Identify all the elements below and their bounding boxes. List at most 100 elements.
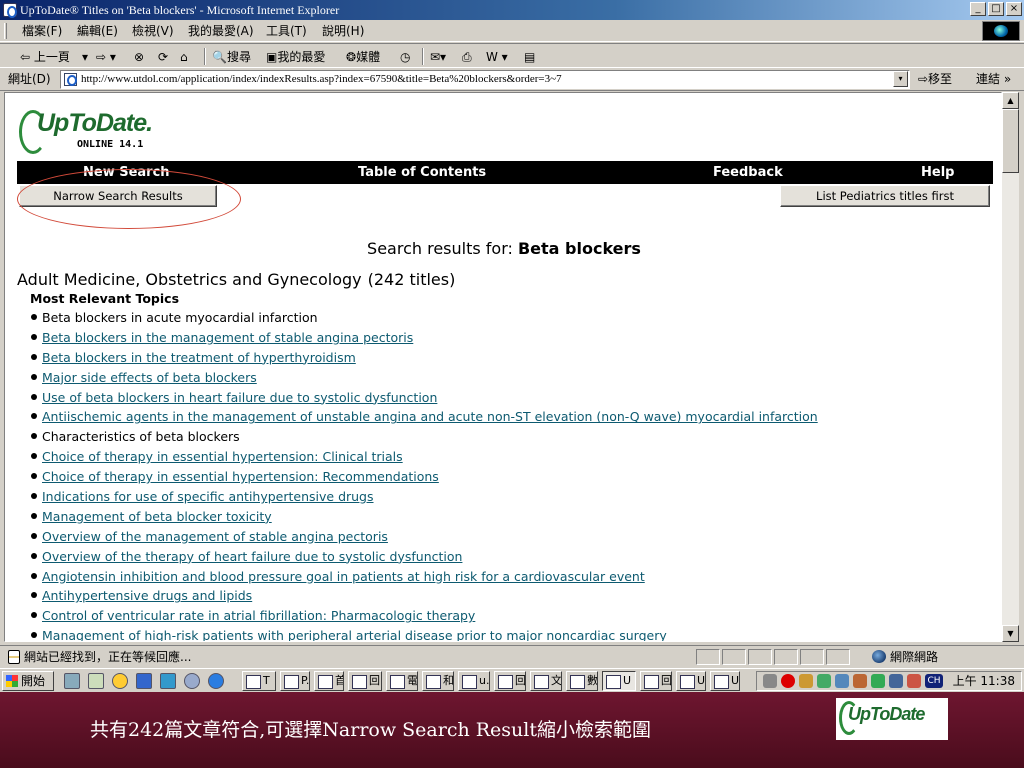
discuss-icon[interactable]: ▤: [524, 48, 535, 66]
menu-help[interactable]: 說明(H): [322, 23, 364, 39]
close-button[interactable]: ×: [1006, 2, 1022, 16]
taskbar-window-button[interactable]: 回: [494, 671, 526, 691]
menu-view[interactable]: 檢視(V): [132, 23, 174, 39]
taskbar-window-button[interactable]: U: [602, 671, 636, 691]
ie-app-icon[interactable]: [3, 3, 17, 18]
forward-button[interactable]: ⇨ ▾: [96, 48, 116, 66]
quicklaunch-word-icon[interactable]: [160, 673, 176, 689]
result-link[interactable]: Major side effects of beta blockers: [42, 370, 257, 385]
back-button[interactable]: ⇦ 上一頁: [20, 48, 70, 66]
quicklaunch-media-icon[interactable]: [112, 673, 128, 689]
menu-bar-grip[interactable]: [4, 23, 7, 39]
taskbar-window-button[interactable]: T: [242, 671, 276, 691]
taskbar-window-button[interactable]: U: [676, 671, 706, 691]
nav-help[interactable]: Help: [921, 165, 954, 180]
taskbar-window-button[interactable]: U: [710, 671, 740, 691]
tray-app-icon[interactable]: [907, 674, 921, 688]
maximize-button[interactable]: □: [988, 2, 1004, 16]
go-button[interactable]: ⇨移至: [918, 71, 952, 87]
result-link[interactable]: Management of beta blocker toxicity: [42, 509, 272, 524]
list-pediatrics-first-button[interactable]: List Pediatrics titles first: [780, 185, 990, 207]
quicklaunch-desktop-icon[interactable]: [64, 673, 80, 689]
tray-app-icon[interactable]: [817, 674, 831, 688]
mail-icon[interactable]: ✉▾: [430, 48, 446, 66]
media-button[interactable]: ❂媒體: [346, 48, 380, 66]
taskbar-window-button[interactable]: 和: [422, 671, 454, 691]
quicklaunch-ie-icon[interactable]: [208, 673, 224, 689]
alert-icon[interactable]: [781, 674, 795, 688]
tray-app-icon[interactable]: [871, 674, 885, 688]
address-input[interactable]: http://www.utdol.com/application/index/i…: [60, 70, 910, 89]
bullet-icon: [31, 433, 37, 440]
refresh-icon[interactable]: ⟳: [158, 48, 168, 66]
quicklaunch-messenger-icon[interactable]: [184, 673, 200, 689]
result-link[interactable]: Control of ventricular rate in atrial fi…: [42, 608, 475, 623]
menu-file[interactable]: 檔案(F): [22, 23, 62, 39]
taskbar-window-button[interactable]: 回: [640, 671, 672, 691]
input-language-indicator[interactable]: CH: [925, 674, 943, 688]
media-button-label: 媒體: [356, 50, 381, 64]
system-clock[interactable]: 上午 11:38: [953, 673, 1015, 689]
section-count: (242 titles): [367, 270, 456, 289]
minimize-button[interactable]: _: [970, 2, 986, 16]
quicklaunch-app-icon[interactable]: [136, 673, 152, 689]
bullet-icon: [31, 333, 37, 340]
nav-new-search[interactable]: New Search: [83, 165, 170, 180]
scroll-up-arrow-icon[interactable]: ▲: [1002, 92, 1019, 109]
nav-feedback[interactable]: Feedback: [713, 165, 783, 180]
print-icon[interactable]: ⎙: [462, 48, 472, 66]
result-link[interactable]: Choice of therapy in essential hypertens…: [42, 469, 439, 484]
result-link[interactable]: Beta blockers in the management of stabl…: [42, 330, 413, 345]
taskbar-window-button[interactable]: 電: [386, 671, 418, 691]
tray-app-icon[interactable]: [799, 674, 813, 688]
toolbar-separator: [204, 48, 206, 65]
result-link[interactable]: Overview of the therapy of heart failure…: [42, 549, 462, 564]
result-text[interactable]: Characteristics of beta blockers: [42, 429, 240, 444]
taskbar-window-button[interactable]: 回: [348, 671, 382, 691]
stop-icon[interactable]: ⊗: [134, 48, 144, 66]
window-title-bar[interactable]: UpToDate® Titles on 'Beta blockers' - Mi…: [0, 0, 1024, 20]
nav-table-of-contents[interactable]: Table of Contents: [358, 165, 486, 180]
home-icon[interactable]: ⌂: [180, 48, 188, 66]
address-dropdown-icon[interactable]: ▾: [893, 71, 908, 87]
result-link[interactable]: Management of high-risk patients with pe…: [42, 628, 667, 641]
uptodate-logo[interactable]: UpToDate. ONLINE 14.1: [17, 107, 167, 157]
taskbar-window-button[interactable]: 數: [566, 671, 598, 691]
menu-edit[interactable]: 編輯(E): [77, 23, 118, 39]
narrow-search-results-button[interactable]: Narrow Search Results: [19, 185, 217, 207]
result-link[interactable]: Choice of therapy in essential hypertens…: [42, 449, 403, 464]
result-link[interactable]: Antiischemic agents in the management of…: [42, 409, 818, 424]
tray-app-icon[interactable]: [889, 674, 903, 688]
taskbar-window-button[interactable]: 首: [314, 671, 344, 691]
scroll-thumb[interactable]: [1002, 109, 1019, 173]
bullet-icon: [31, 592, 37, 599]
favorites-button[interactable]: ▣我的最愛: [266, 48, 325, 66]
network-icon[interactable]: [835, 674, 849, 688]
result-link[interactable]: Use of beta blockers in heart failure du…: [42, 390, 437, 405]
result-item: Characteristics of beta blockers: [31, 427, 818, 447]
taskbar-window-button[interactable]: 文: [530, 671, 562, 691]
tray-app-icon[interactable]: [853, 674, 867, 688]
windows-logo-icon: [982, 21, 1020, 41]
result-link[interactable]: Beta blockers in the treatment of hypert…: [42, 350, 356, 365]
result-link[interactable]: Angiotensin inhibition and blood pressur…: [42, 569, 645, 584]
taskbar-window-button[interactable]: u.: [458, 671, 490, 691]
result-link[interactable]: Overview of the management of stable ang…: [42, 529, 388, 544]
menu-tools[interactable]: 工具(T): [266, 23, 307, 39]
search-button[interactable]: 🔍搜尋: [212, 48, 251, 66]
menu-favorites[interactable]: 我的最愛(A): [188, 23, 254, 39]
edit-icon[interactable]: W ▾: [486, 48, 508, 66]
start-button[interactable]: 開始: [2, 671, 54, 691]
back-dropdown-icon[interactable]: ▾: [82, 48, 88, 66]
search-results-heading: Search results for: Beta blockers: [5, 239, 1001, 258]
result-link[interactable]: Indications for use of specific antihype…: [42, 489, 374, 504]
scroll-down-arrow-icon[interactable]: ▼: [1002, 625, 1019, 642]
vertical-scrollbar[interactable]: ▲ ▼: [1002, 92, 1019, 642]
result-text[interactable]: Beta blockers in acute myocardial infarc…: [42, 310, 318, 325]
history-icon[interactable]: ◷: [400, 48, 410, 66]
volume-icon[interactable]: [763, 674, 777, 688]
links-button[interactable]: 連結 »: [976, 71, 1011, 87]
quicklaunch-outlook-icon[interactable]: [88, 673, 104, 689]
taskbar-window-button[interactable]: P.: [280, 671, 310, 691]
result-link[interactable]: Antihypertensive drugs and lipids: [42, 588, 252, 603]
